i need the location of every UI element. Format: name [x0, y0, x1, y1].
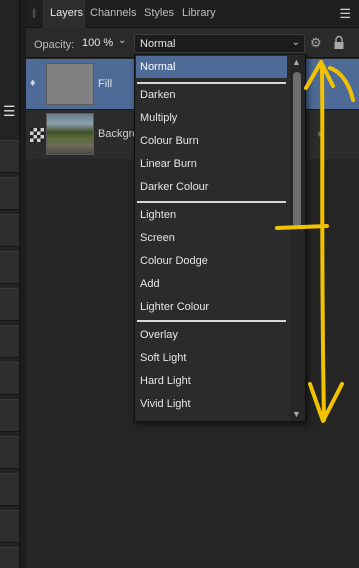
blend-option-lighten[interactable]: Lighten: [136, 204, 287, 226]
left-strip-button[interactable]: [0, 399, 19, 432]
visibility-dot[interactable]: [318, 131, 324, 137]
blend-option-darken[interactable]: Darken: [136, 84, 287, 106]
left-strip-button[interactable]: [0, 547, 19, 568]
left-strip-button[interactable]: [0, 436, 19, 469]
opacity-label: Opacity:: [34, 39, 75, 51]
blend-mode-select[interactable]: Normal ⌄: [134, 34, 305, 53]
hamburger-menu-icon[interactable]: ☰: [339, 6, 351, 22]
scroll-thumb[interactable]: [293, 72, 301, 227]
left-tool-strip: ☰: [0, 0, 20, 568]
blend-option-soft-light[interactable]: Soft Light: [136, 347, 287, 369]
grip-icon[interactable]: ||: [32, 8, 36, 19]
left-strip-button[interactable]: [0, 325, 19, 358]
layer-name[interactable]: Fill: [98, 78, 112, 90]
blend-option-overlay[interactable]: Overlay: [136, 324, 287, 346]
left-strip-button[interactable]: [0, 140, 19, 173]
blend-mode-value: Normal: [140, 38, 176, 50]
layer-thumbnail: [46, 63, 94, 105]
blend-option-normal[interactable]: Normal: [136, 56, 287, 78]
chevron-down-icon[interactable]: ⌄: [118, 35, 126, 46]
left-strip-button[interactable]: [0, 288, 19, 321]
layer-thumbnail: [46, 113, 94, 155]
blend-option-colour-burn[interactable]: Colour Burn: [136, 130, 287, 152]
triangle-up-icon[interactable]: ▲: [292, 57, 301, 67]
left-strip-button[interactable]: [0, 214, 19, 247]
left-strip-button[interactable]: [0, 362, 19, 395]
menu-separator: [137, 201, 286, 203]
tab-styles[interactable]: Styles: [144, 7, 174, 19]
triangle-down-icon[interactable]: ▼: [292, 409, 301, 419]
lock-icon[interactable]: [332, 35, 346, 51]
left-strip-button[interactable]: [0, 177, 19, 210]
blend-option-screen[interactable]: Screen: [136, 227, 287, 249]
blend-option-vivid-light[interactable]: Vivid Light: [136, 393, 287, 415]
tab-library[interactable]: Library: [182, 7, 216, 19]
gear-icon[interactable]: ⚙: [310, 35, 326, 51]
blend-option-linear-burn[interactable]: Linear Burn: [136, 153, 287, 175]
left-strip-button[interactable]: [0, 473, 19, 506]
blend-option-hard-light[interactable]: Hard Light: [136, 370, 287, 392]
blend-option-add[interactable]: Add: [136, 273, 287, 295]
tab-layers[interactable]: Layers: [50, 7, 83, 19]
blend-option-multiply[interactable]: Multiply: [136, 107, 287, 129]
layer-name[interactable]: Backgro: [98, 128, 138, 140]
tab-channels[interactable]: Channels: [90, 7, 136, 19]
blend-option-colour-dodge[interactable]: Colour Dodge: [136, 250, 287, 272]
left-strip-menu-icon[interactable]: ☰: [3, 104, 17, 118]
left-strip-button[interactable]: [0, 251, 19, 284]
blend-option-darker-colour[interactable]: Darker Colour: [136, 176, 287, 198]
menu-separator: [137, 320, 286, 322]
left-strip-button[interactable]: [0, 510, 19, 543]
blend-option-lighter-colour[interactable]: Lighter Colour: [136, 296, 287, 318]
chevron-down-icon: ⌄: [291, 37, 300, 48]
fill-bucket-icon[interactable]: ♦: [30, 77, 44, 91]
dropdown-scrollbar[interactable]: ▲ ▼: [290, 56, 305, 421]
blend-mode-dropdown: Normal Darken Multiply Colour Burn Linea…: [134, 54, 306, 422]
checkerboard-icon[interactable]: [30, 128, 44, 142]
panel-tab-bar: || Layers Channels Styles Library ☰: [26, 0, 359, 28]
